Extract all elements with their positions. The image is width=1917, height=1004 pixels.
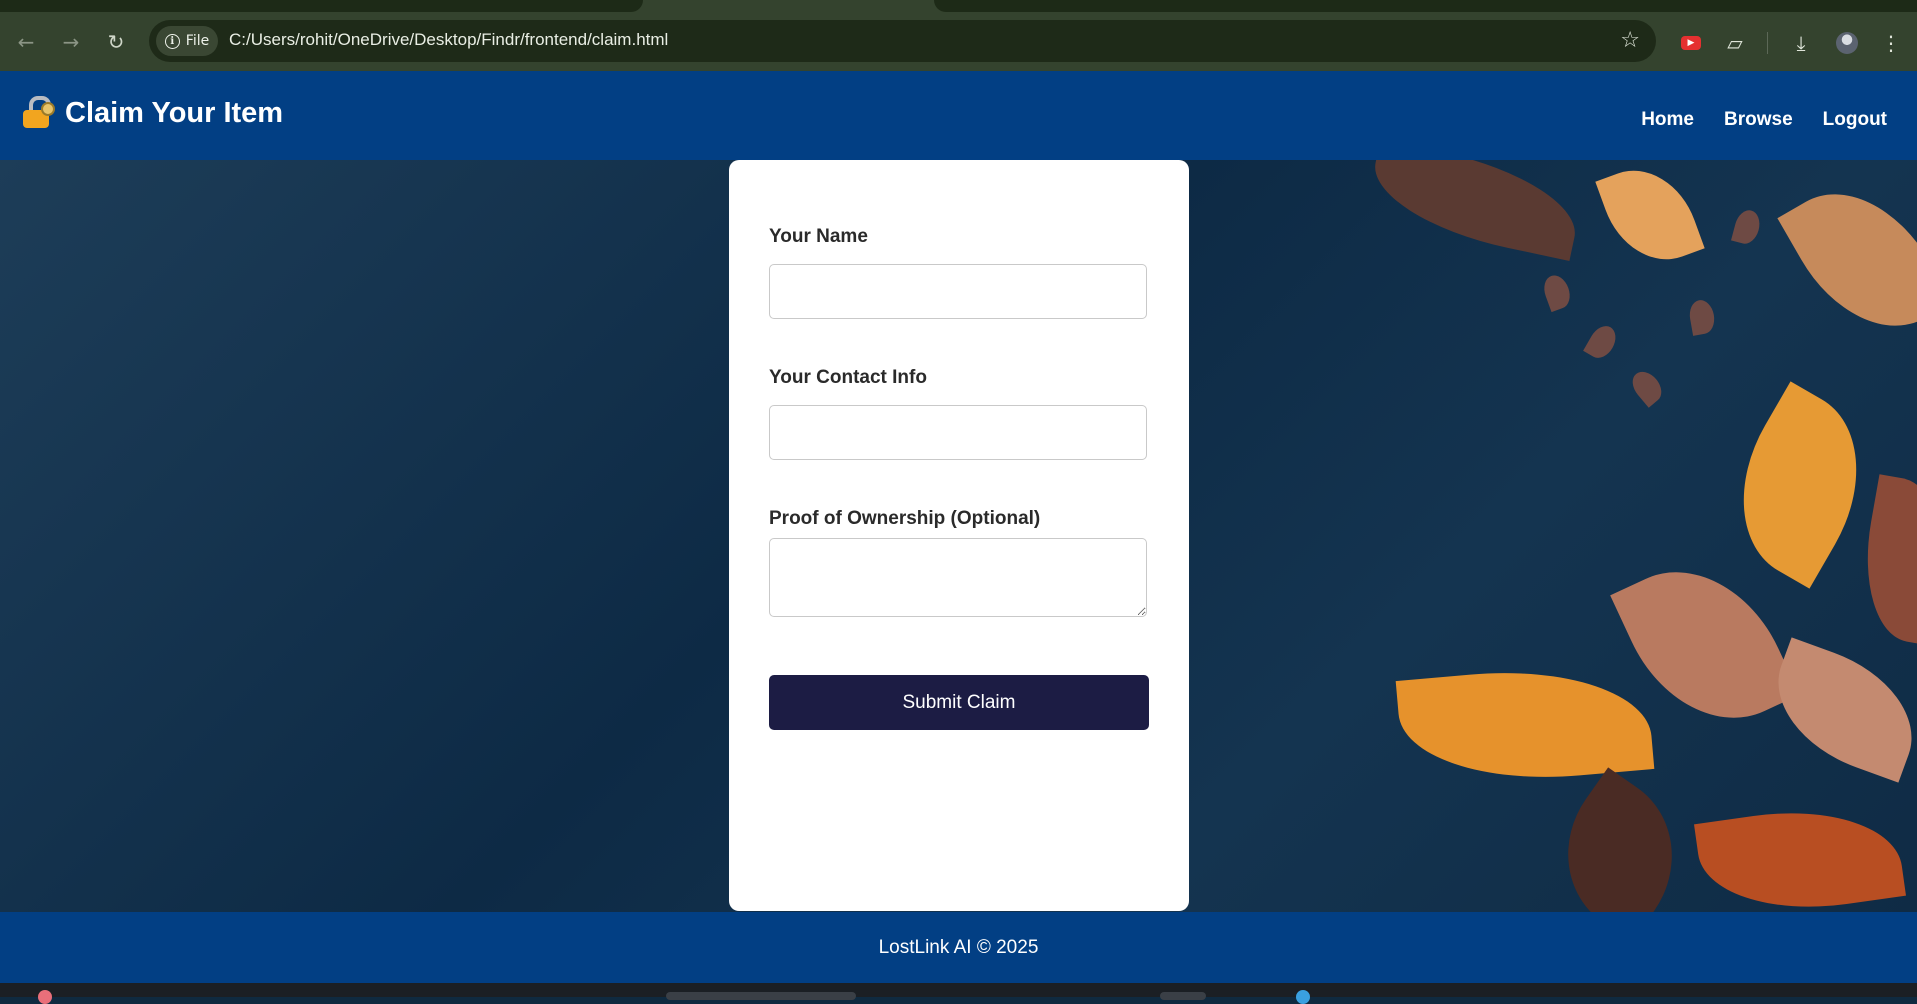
site-header: Claim Your Item Home Browse Logout: [0, 71, 1917, 160]
footer-text: LostLink AI © 2025: [878, 936, 1039, 958]
brand: Claim Your Item: [23, 96, 283, 130]
toolbar-divider: [1767, 32, 1768, 54]
star-icon[interactable]: ☆: [1620, 28, 1640, 53]
taskbar-item[interactable]: [1160, 992, 1206, 1000]
tab-strip-right: [934, 0, 1917, 12]
contact-input[interactable]: [769, 405, 1147, 460]
url-text[interactable]: C:/Users/rohit/OneDrive/Desktop/Findr/fr…: [229, 30, 668, 50]
back-button[interactable]: ←: [10, 26, 42, 58]
youtube-extension-button[interactable]: ▶: [1676, 28, 1706, 58]
twig-decoration: [1626, 366, 1668, 408]
file-chip-label: File: [185, 33, 210, 49]
site-footer: LostLink AI © 2025: [0, 912, 1917, 983]
leaf-decoration: [1851, 474, 1917, 646]
info-icon: i: [164, 33, 180, 49]
leaf-decoration: [1595, 160, 1705, 276]
tab-strip: [0, 0, 643, 12]
arrow-right-icon: →: [62, 30, 80, 54]
twig-decoration: [1731, 207, 1763, 247]
name-input[interactable]: [769, 264, 1147, 319]
nav-logout-link[interactable]: Logout: [1823, 109, 1887, 131]
leaf-decoration: [1694, 796, 1906, 912]
browser-menu-button[interactable]: ⋮: [1876, 28, 1906, 58]
forward-button[interactable]: →: [55, 26, 87, 58]
leaf-decoration: [1363, 160, 1587, 261]
download-icon: ⤓: [1796, 31, 1806, 55]
arrow-left-icon: ←: [17, 30, 35, 54]
lock-with-key-icon: [23, 96, 55, 130]
nav-home-link[interactable]: Home: [1641, 109, 1694, 131]
taskbar-item[interactable]: [666, 992, 856, 1000]
name-label: Your Name: [769, 226, 868, 247]
proof-label: Proof of Ownership (Optional): [769, 508, 1041, 529]
contact-label: Your Contact Info: [769, 367, 927, 388]
page-title: Claim Your Item: [65, 96, 284, 129]
avatar: [1836, 32, 1858, 54]
leaf-decoration: [1533, 767, 1707, 912]
reload-icon: ↻: [107, 30, 125, 54]
kebab-menu-icon: ⋮: [1881, 31, 1901, 55]
leaf-decoration: [1777, 163, 1917, 357]
twig-decoration: [1583, 321, 1621, 363]
taskbar-app-icon[interactable]: [1296, 990, 1310, 1004]
profile-button[interactable]: [1832, 28, 1862, 58]
extensions-button[interactable]: ▱: [1720, 28, 1750, 58]
puzzle-icon: ▱: [1727, 31, 1743, 55]
downloads-button[interactable]: ⤓: [1786, 28, 1816, 58]
address-bar[interactable]: i File C:/Users/rohit/OneDrive/Desktop/F…: [149, 20, 1656, 62]
youtube-extension-icon: ▶: [1681, 36, 1701, 50]
leaf-decoration: [1705, 381, 1895, 589]
browser-toolbar: ← → ↻ i File C:/Users/rohit/OneDrive/Des…: [0, 0, 1917, 71]
proof-textarea[interactable]: [769, 538, 1147, 617]
reload-button[interactable]: ↻: [100, 26, 132, 58]
twig-decoration: [1687, 298, 1717, 336]
submit-claim-button[interactable]: Submit Claim: [769, 675, 1149, 730]
twig-decoration: [1539, 271, 1575, 313]
site-info-chip[interactable]: i File: [156, 26, 218, 56]
nav-browse-link[interactable]: Browse: [1724, 109, 1793, 131]
os-taskbar: [0, 983, 1917, 1004]
taskbar-app-icon[interactable]: [38, 990, 52, 1004]
leaf-decoration: [1395, 659, 1655, 791]
claim-form: Your Name Your Contact Info Proof of Own…: [729, 160, 1189, 911]
main-nav: Home Browse Logout: [1641, 109, 1887, 131]
